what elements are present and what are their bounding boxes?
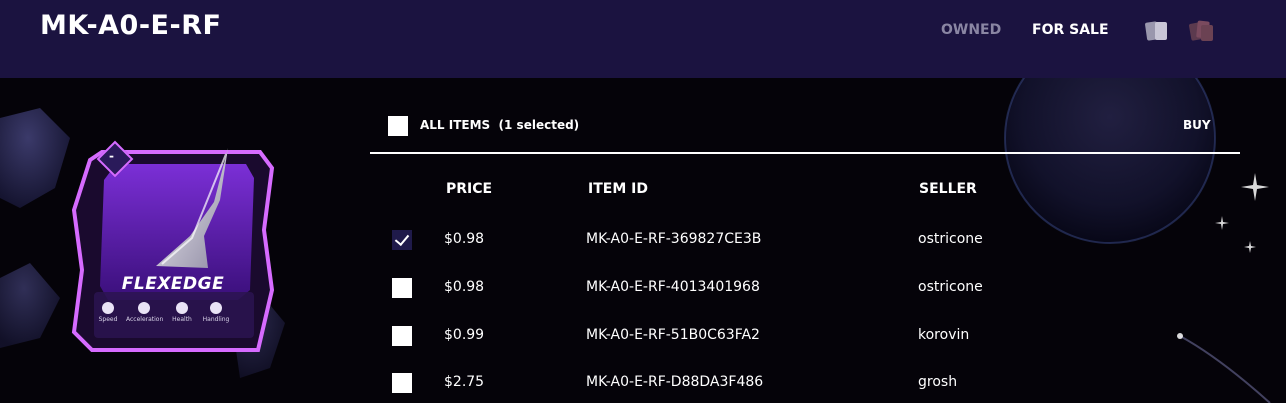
- item-id-cell: MK-A0-E-RF-51B0C63FA2: [586, 327, 760, 343]
- row-checkbox[interactable]: [392, 373, 412, 393]
- column-header-price: PRICE: [446, 181, 493, 197]
- item-id-cell: MK-A0-E-RF-D88DA3F486: [586, 374, 764, 390]
- price-cell: $0.98: [444, 279, 485, 295]
- card-name: FLEXEDGE: [121, 274, 225, 294]
- tab-owned[interactable]: OWNED: [941, 22, 1001, 38]
- health-icon: [176, 302, 188, 314]
- tab-for-sale[interactable]: FOR SALE: [1032, 22, 1109, 38]
- table-row[interactable]: $0.99 MK-A0-E-RF-51B0C63FA2 korovin: [370, 316, 1240, 356]
- select-all-label: ALL ITEMS (1 selected): [420, 118, 580, 132]
- seller-cell: grosh: [918, 374, 958, 390]
- card-badge-label: -: [109, 149, 114, 163]
- stat-acceleration: Acceleration: [126, 302, 163, 323]
- item-id-cell: MK-A0-E-RF-4013401968: [586, 279, 760, 295]
- seller-cell: ostricone: [918, 231, 983, 247]
- row-checkbox[interactable]: [392, 230, 412, 250]
- select-all-checkbox[interactable]: [388, 116, 408, 136]
- buy-button[interactable]: BUY: [1183, 118, 1211, 132]
- price-cell: $2.75: [444, 374, 485, 390]
- row-checkbox[interactable]: [392, 278, 412, 298]
- row-checkbox[interactable]: [392, 326, 412, 346]
- card-grid-view-icon[interactable]: [1143, 16, 1173, 46]
- seller-cell: korovin: [918, 327, 970, 343]
- speed-icon: [102, 302, 114, 314]
- handling-icon: [210, 302, 222, 314]
- acceleration-icon: [138, 302, 150, 314]
- stat-handling: Handling: [198, 302, 234, 323]
- column-header-item-id: ITEM ID: [588, 181, 648, 197]
- table-row[interactable]: $0.98 MK-A0-E-RF-4013401968 ostricone: [370, 268, 1240, 308]
- stat-health: Health: [164, 302, 200, 323]
- price-cell: $0.99: [444, 327, 485, 343]
- table-row[interactable]: $2.75 MK-A0-E-RF-D88DA3F486 grosh: [370, 363, 1240, 403]
- item-id-cell: MK-A0-E-RF-369827CE3B: [586, 231, 762, 247]
- card-stack-view-icon[interactable]: [1187, 16, 1217, 46]
- divider: [370, 152, 1240, 154]
- item-card: - FLEXEDGE Speed Acceleration Health Han…: [68, 140, 278, 360]
- seller-cell: ostricone: [918, 279, 983, 295]
- page-title: MK-A0-E-RF: [40, 10, 222, 41]
- top-header: MK-A0-E-RF OWNED FOR SALE: [0, 0, 1286, 78]
- card-frame: [71, 148, 275, 352]
- stat-speed: Speed: [90, 302, 126, 323]
- price-cell: $0.98: [444, 231, 485, 247]
- column-header-seller: SELLER: [919, 181, 977, 197]
- table-row[interactable]: $0.98 MK-A0-E-RF-369827CE3B ostricone: [370, 220, 1240, 260]
